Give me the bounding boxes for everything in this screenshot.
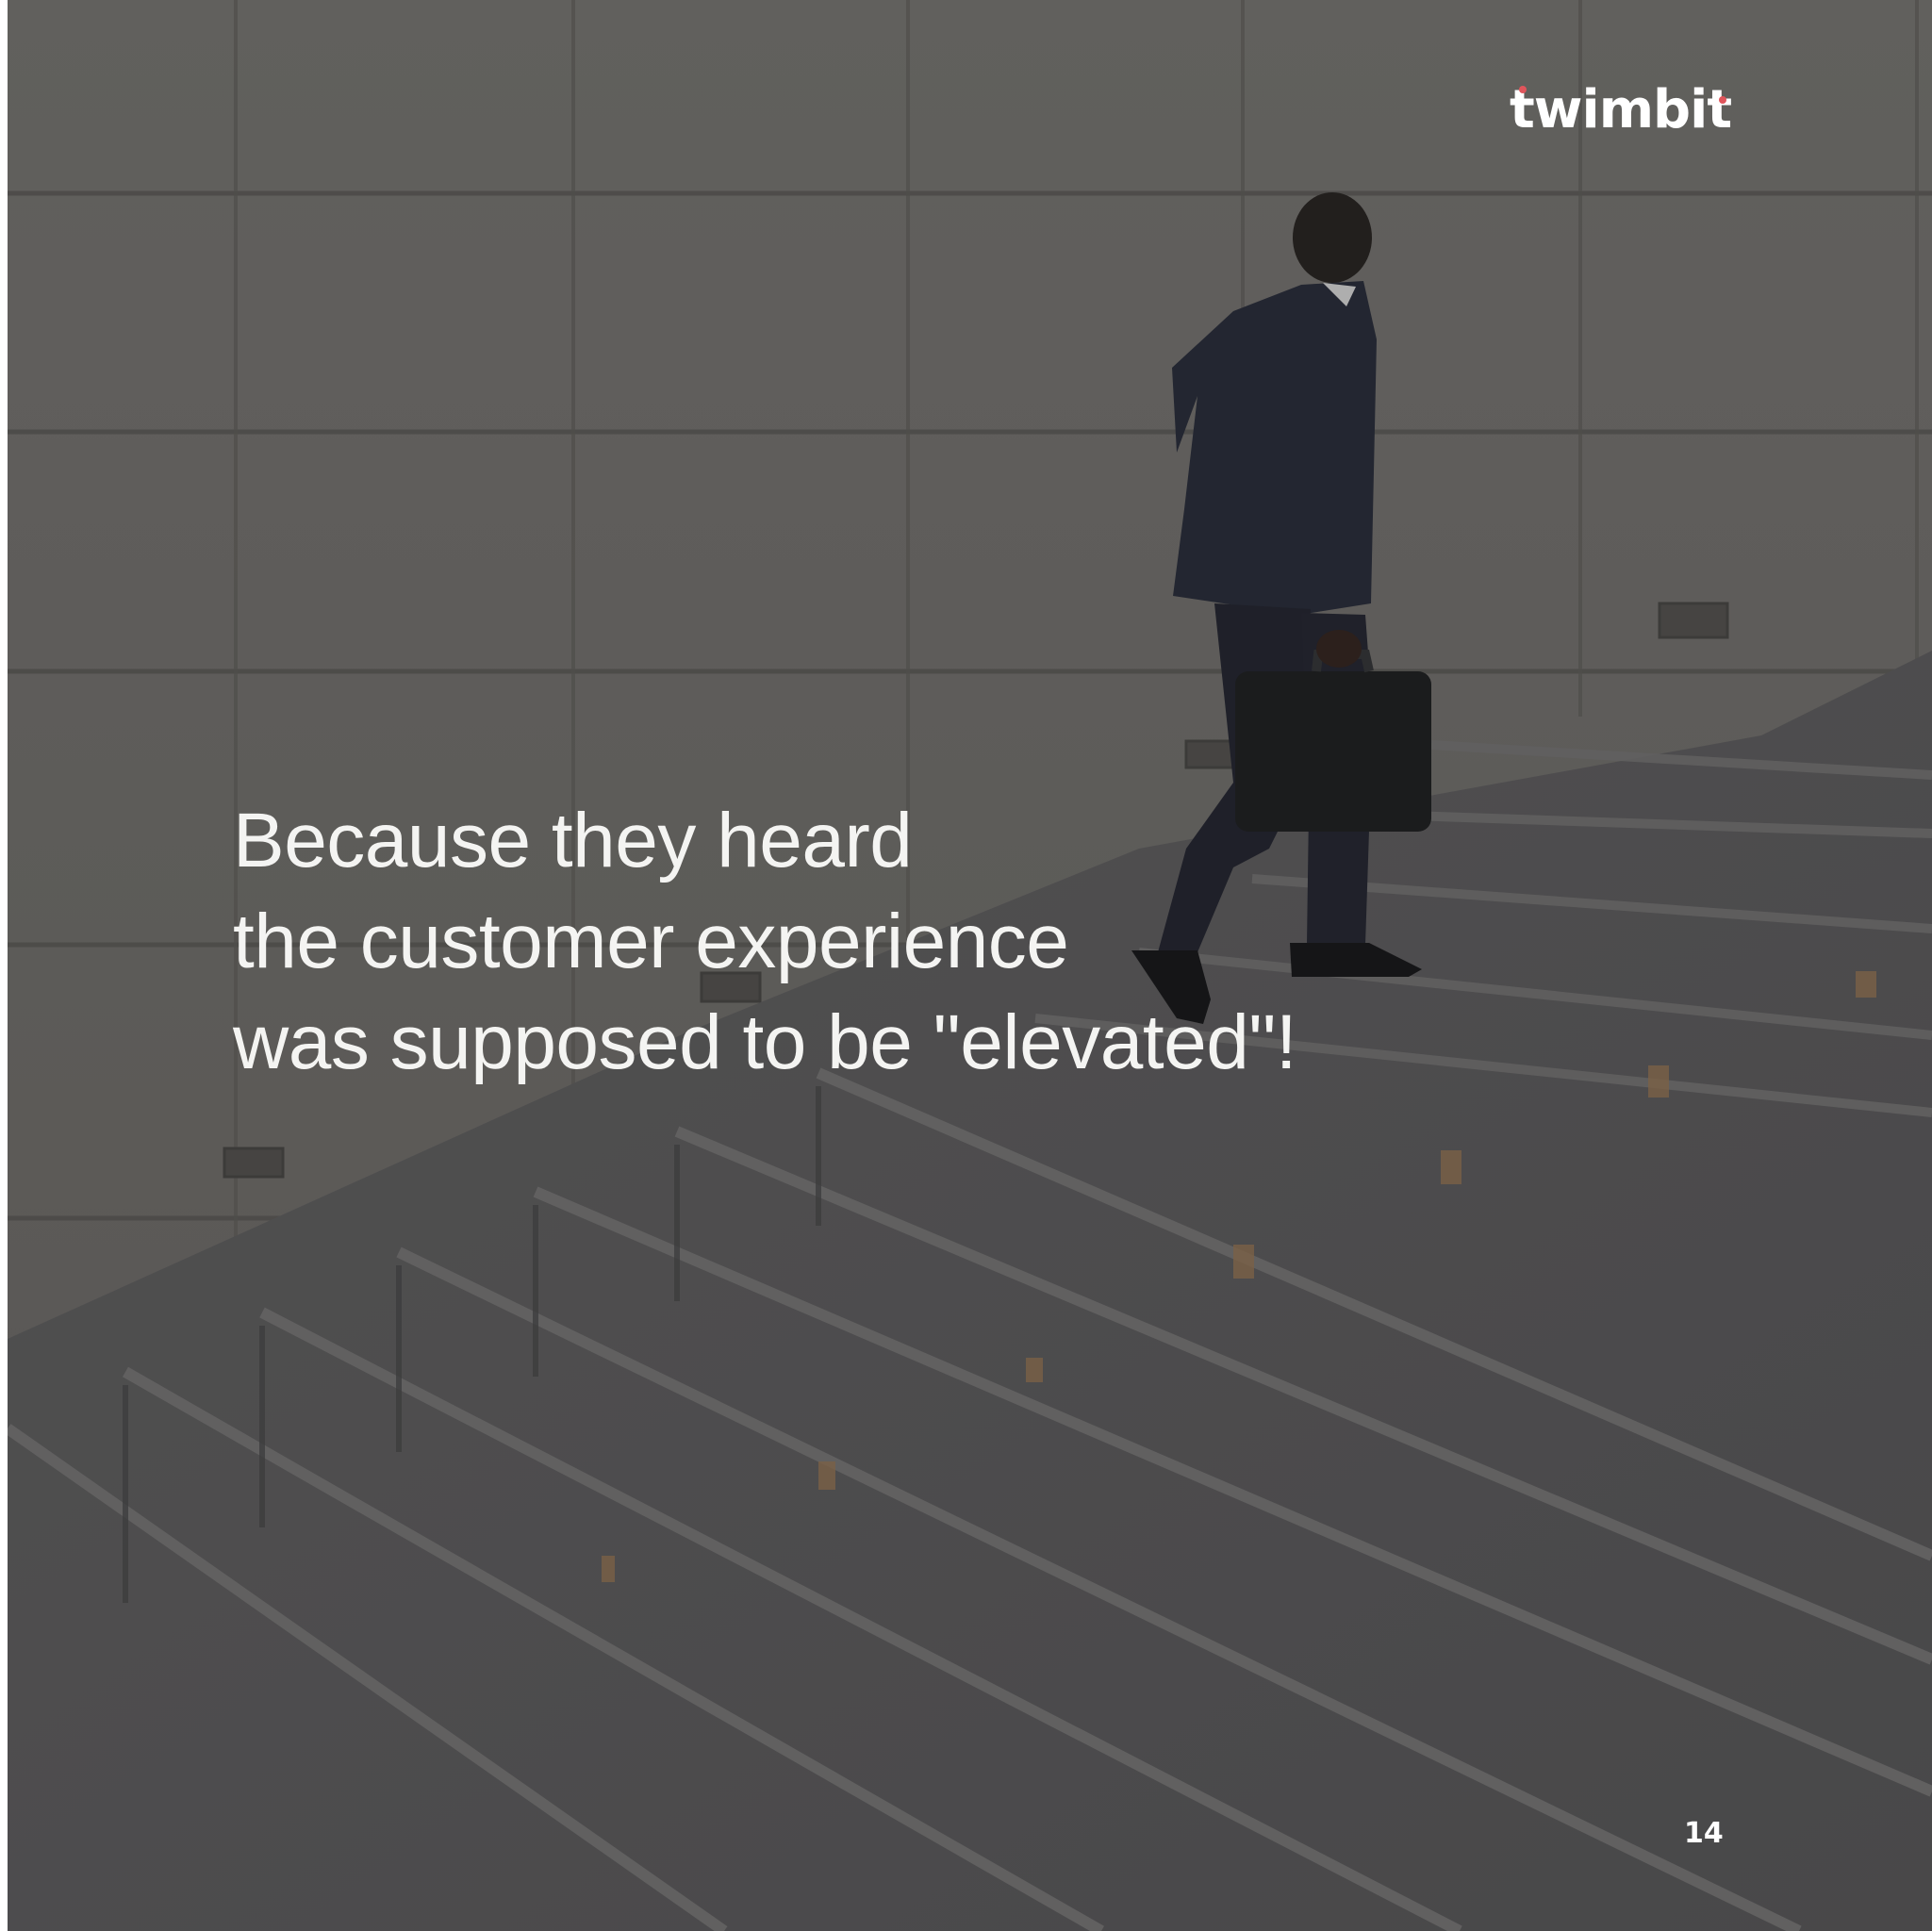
logo-accent-dot-right xyxy=(1719,96,1726,104)
logo-accent-dot-left xyxy=(1519,86,1527,93)
logo-wordmark: twimbit xyxy=(1510,79,1732,140)
headline-line-2: the customer experience xyxy=(233,899,1069,984)
slide-page: twimbit Because they heard the customer … xyxy=(0,0,1932,1931)
twimbit-logo: twimbit xyxy=(1510,77,1736,143)
page-number: 14 xyxy=(1684,1817,1724,1850)
headline-line-3: was supposed to be "elevated"! xyxy=(233,999,1297,1085)
slide-headline: Because they heard the customer experien… xyxy=(233,790,1553,1093)
headline-line-1: Because they heard xyxy=(233,798,913,883)
